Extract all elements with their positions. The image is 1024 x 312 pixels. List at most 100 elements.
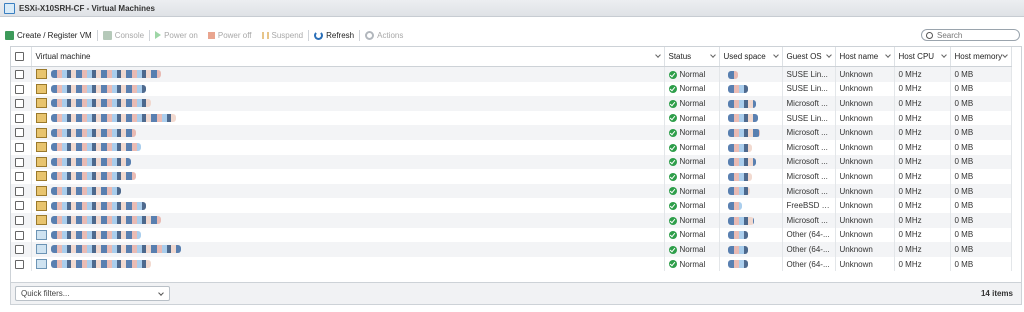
chevron-down-icon[interactable]: [940, 52, 947, 58]
actions-button[interactable]: Actions: [360, 28, 408, 42]
vm-name-cell[interactable]: [31, 212, 665, 228]
redacted-vm-name[interactable]: [50, 99, 151, 108]
row-checkbox[interactable]: [15, 128, 24, 138]
chevron-down-icon[interactable]: [654, 52, 661, 58]
vm-name-cell[interactable]: [31, 154, 665, 170]
window-title: ESXi-X10SRH-CF - Virtual Machines: [19, 3, 155, 13]
search-box[interactable]: [921, 29, 1020, 41]
vm-name-cell[interactable]: [31, 227, 665, 243]
console-button[interactable]: Console: [98, 28, 149, 42]
row-checkbox[interactable]: [15, 172, 24, 182]
toolbar: Create / Register VM Console Power on Po…: [0, 28, 1024, 42]
table-row[interactable]: Normal Microsoft ... Unknown 0 MHz 0 MB: [11, 169, 1012, 184]
host-name-cell: Unknown: [835, 66, 895, 82]
col-label: Host memory: [954, 52, 1003, 61]
vm-name-cell[interactable]: [31, 125, 665, 140]
col-host-memory[interactable]: Host memory: [950, 47, 1012, 67]
row-checkbox[interactable]: [15, 84, 24, 94]
table-row[interactable]: Normal Microsoft ... Unknown 0 MHz 0 MB: [11, 212, 1012, 228]
col-host-cpu[interactable]: Host CPU: [894, 47, 951, 67]
col-used-space[interactable]: Used space: [719, 47, 783, 67]
table-row[interactable]: Normal Microsoft ... Unknown 0 MHz 0 MB: [11, 183, 1012, 199]
row-checkbox[interactable]: [15, 113, 24, 123]
vm-name-cell[interactable]: [31, 96, 665, 111]
col-virtual-machine[interactable]: Virtual machine: [31, 47, 665, 67]
col-guest-os[interactable]: Guest OS: [782, 47, 836, 67]
row-checkbox[interactable]: [15, 259, 24, 269]
power-on-button[interactable]: Power on: [150, 28, 203, 42]
row-checkbox[interactable]: [15, 215, 24, 225]
redacted-vm-name[interactable]: [50, 143, 141, 152]
redacted-vm-name[interactable]: [50, 201, 146, 210]
row-checkbox[interactable]: [15, 201, 24, 211]
row-checkbox[interactable]: [15, 99, 24, 109]
redacted-vm-name[interactable]: [50, 187, 121, 196]
quick-filters-select[interactable]: Quick filters...: [15, 286, 170, 301]
chevron-down-icon[interactable]: [884, 52, 891, 58]
vm-name-cell[interactable]: [31, 66, 665, 82]
host-name-cell: Unknown: [835, 110, 895, 126]
col-status[interactable]: Status: [664, 47, 720, 67]
suspend-button[interactable]: Suspend: [257, 28, 309, 42]
vm-name-cell[interactable]: [31, 169, 665, 184]
status-text: Normal: [679, 142, 706, 152]
table-row[interactable]: Normal Microsoft ... Unknown 0 MHz 0 MB: [11, 139, 1012, 155]
search-input[interactable]: [937, 30, 1007, 40]
table-row[interactable]: Normal Microsoft ... Unknown 0 MHz 0 MB: [11, 154, 1012, 170]
redacted-used-space: [727, 129, 760, 138]
chevron-down-icon[interactable]: [825, 52, 832, 58]
table-row[interactable]: Normal SUSE Lin... Unknown 0 MHz 0 MB: [11, 81, 1012, 97]
chevron-down-icon[interactable]: [772, 52, 779, 58]
redacted-used-space: [727, 260, 748, 269]
status-text: Normal: [679, 259, 706, 269]
host-memory-cell: 0 MB: [950, 81, 1012, 97]
host-cpu-cell: 0 MHz: [894, 198, 951, 213]
used-space-cell: [719, 227, 783, 243]
redacted-vm-name[interactable]: [50, 216, 161, 225]
vm-name-cell[interactable]: [31, 110, 665, 126]
col-host-name[interactable]: Host name: [835, 47, 895, 67]
redacted-vm-name[interactable]: [50, 172, 136, 181]
table-row[interactable]: Normal Other (64-... Unknown 0 MHz 0 MB: [11, 256, 1012, 272]
table-row[interactable]: Normal Microsoft ... Unknown 0 MHz 0 MB: [11, 96, 1012, 111]
table-row[interactable]: Normal SUSE Lin... Unknown 0 MHz 0 MB: [11, 66, 1012, 82]
redacted-vm-name[interactable]: [50, 157, 131, 166]
redacted-vm-name[interactable]: [50, 128, 136, 137]
power-off-button[interactable]: Power off: [203, 28, 257, 42]
status-text: Normal: [679, 84, 706, 94]
row-checkbox[interactable]: [15, 245, 24, 255]
redacted-vm-name[interactable]: [50, 114, 176, 123]
redacted-vm-name[interactable]: [50, 260, 151, 269]
row-checkbox[interactable]: [15, 230, 24, 240]
select-all-checkbox[interactable]: [15, 52, 24, 62]
row-checkbox[interactable]: [15, 186, 24, 196]
vm-icon: [35, 156, 47, 167]
table-row[interactable]: Normal SUSE Lin... Unknown 0 MHz 0 MB: [11, 110, 1012, 126]
refresh-button[interactable]: Refresh: [309, 28, 359, 42]
console-icon: [102, 30, 112, 40]
redacted-vm-name[interactable]: [50, 84, 146, 93]
vm-name-cell[interactable]: [31, 242, 665, 257]
table-row[interactable]: Normal Other (64-... Unknown 0 MHz 0 MB: [11, 227, 1012, 243]
redacted-vm-name[interactable]: [50, 70, 161, 79]
redacted-vm-name[interactable]: [50, 245, 181, 254]
redacted-vm-name[interactable]: [50, 230, 141, 239]
vm-name-cell[interactable]: [31, 198, 665, 213]
row-checkbox[interactable]: [15, 69, 24, 79]
table-row[interactable]: Normal FreeBSD (... Unknown 0 MHz 0 MB: [11, 198, 1012, 213]
create-register-vm-button[interactable]: Create / Register VM: [0, 28, 97, 42]
vm-name-cell[interactable]: [31, 256, 665, 272]
check-circle-icon: [668, 158, 677, 167]
chevron-down-icon[interactable]: [709, 52, 716, 58]
vm-name-cell[interactable]: [31, 81, 665, 97]
row-select-cell: [11, 242, 32, 257]
status-text: Normal: [679, 244, 706, 254]
chevron-down-icon[interactable]: [1001, 52, 1008, 58]
table-row[interactable]: Normal Microsoft ... Unknown 0 MHz 0 MB: [11, 125, 1012, 140]
row-checkbox[interactable]: [15, 157, 24, 167]
create-register-vm-label: Create / Register VM: [17, 30, 92, 40]
vm-name-cell[interactable]: [31, 139, 665, 155]
vm-name-cell[interactable]: [31, 183, 665, 199]
table-row[interactable]: Normal Other (64-... Unknown 0 MHz 0 MB: [11, 242, 1012, 257]
row-checkbox[interactable]: [15, 142, 24, 152]
